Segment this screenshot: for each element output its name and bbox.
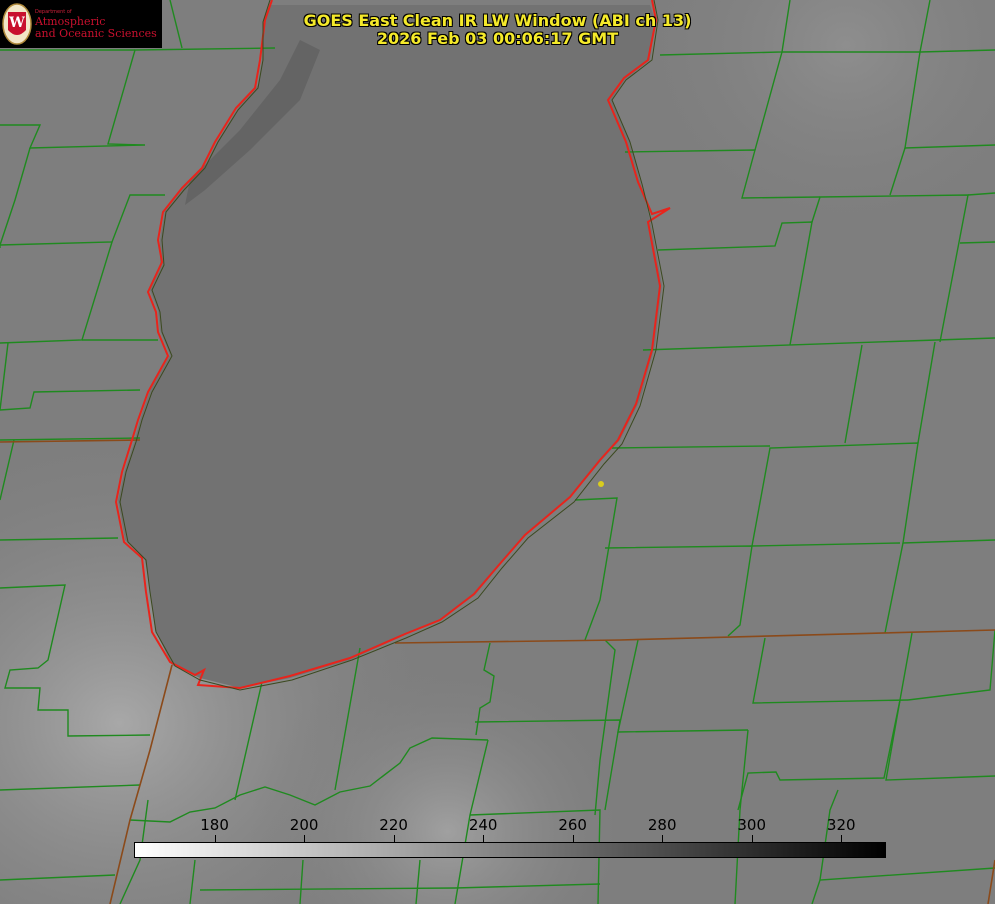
location-marker xyxy=(598,481,604,487)
colorbar-tick-label: 220 xyxy=(379,816,408,834)
aos-logo: W Department of Atmospheric and Oceanic … xyxy=(0,0,162,48)
colorbar-tick-label: 180 xyxy=(200,816,229,834)
colorbar-tick-label: 240 xyxy=(468,816,498,834)
colorbar-tick-label: 260 xyxy=(558,816,587,834)
colorbar-tick-label: 200 xyxy=(289,816,319,834)
uw-crest-letter: W xyxy=(8,15,25,31)
colorbar-tick-mark xyxy=(483,835,484,842)
uw-crest-icon: W xyxy=(2,3,32,45)
colorbar xyxy=(134,842,886,858)
colorbar-tick-mark xyxy=(215,835,216,842)
satellite-viewer: GOES East Clean IR LW Window (ABI ch 13)… xyxy=(0,0,995,904)
colorbar-tick-label: 280 xyxy=(647,816,677,834)
logo-name-line-2: and Oceanic Sciences xyxy=(35,27,157,40)
colorbar-tick-label: 300 xyxy=(737,816,767,834)
colorbar-tick-mark xyxy=(662,835,663,842)
satellite-map xyxy=(0,0,995,904)
colorbar-tick-mark xyxy=(841,835,842,842)
colorbar-tick-mark xyxy=(304,835,305,842)
colorbar-tick-mark xyxy=(573,835,574,842)
colorbar-tick-label: 320 xyxy=(826,816,856,834)
colorbar-tick-mark xyxy=(752,835,753,842)
colorbar-tick-mark xyxy=(394,835,395,842)
